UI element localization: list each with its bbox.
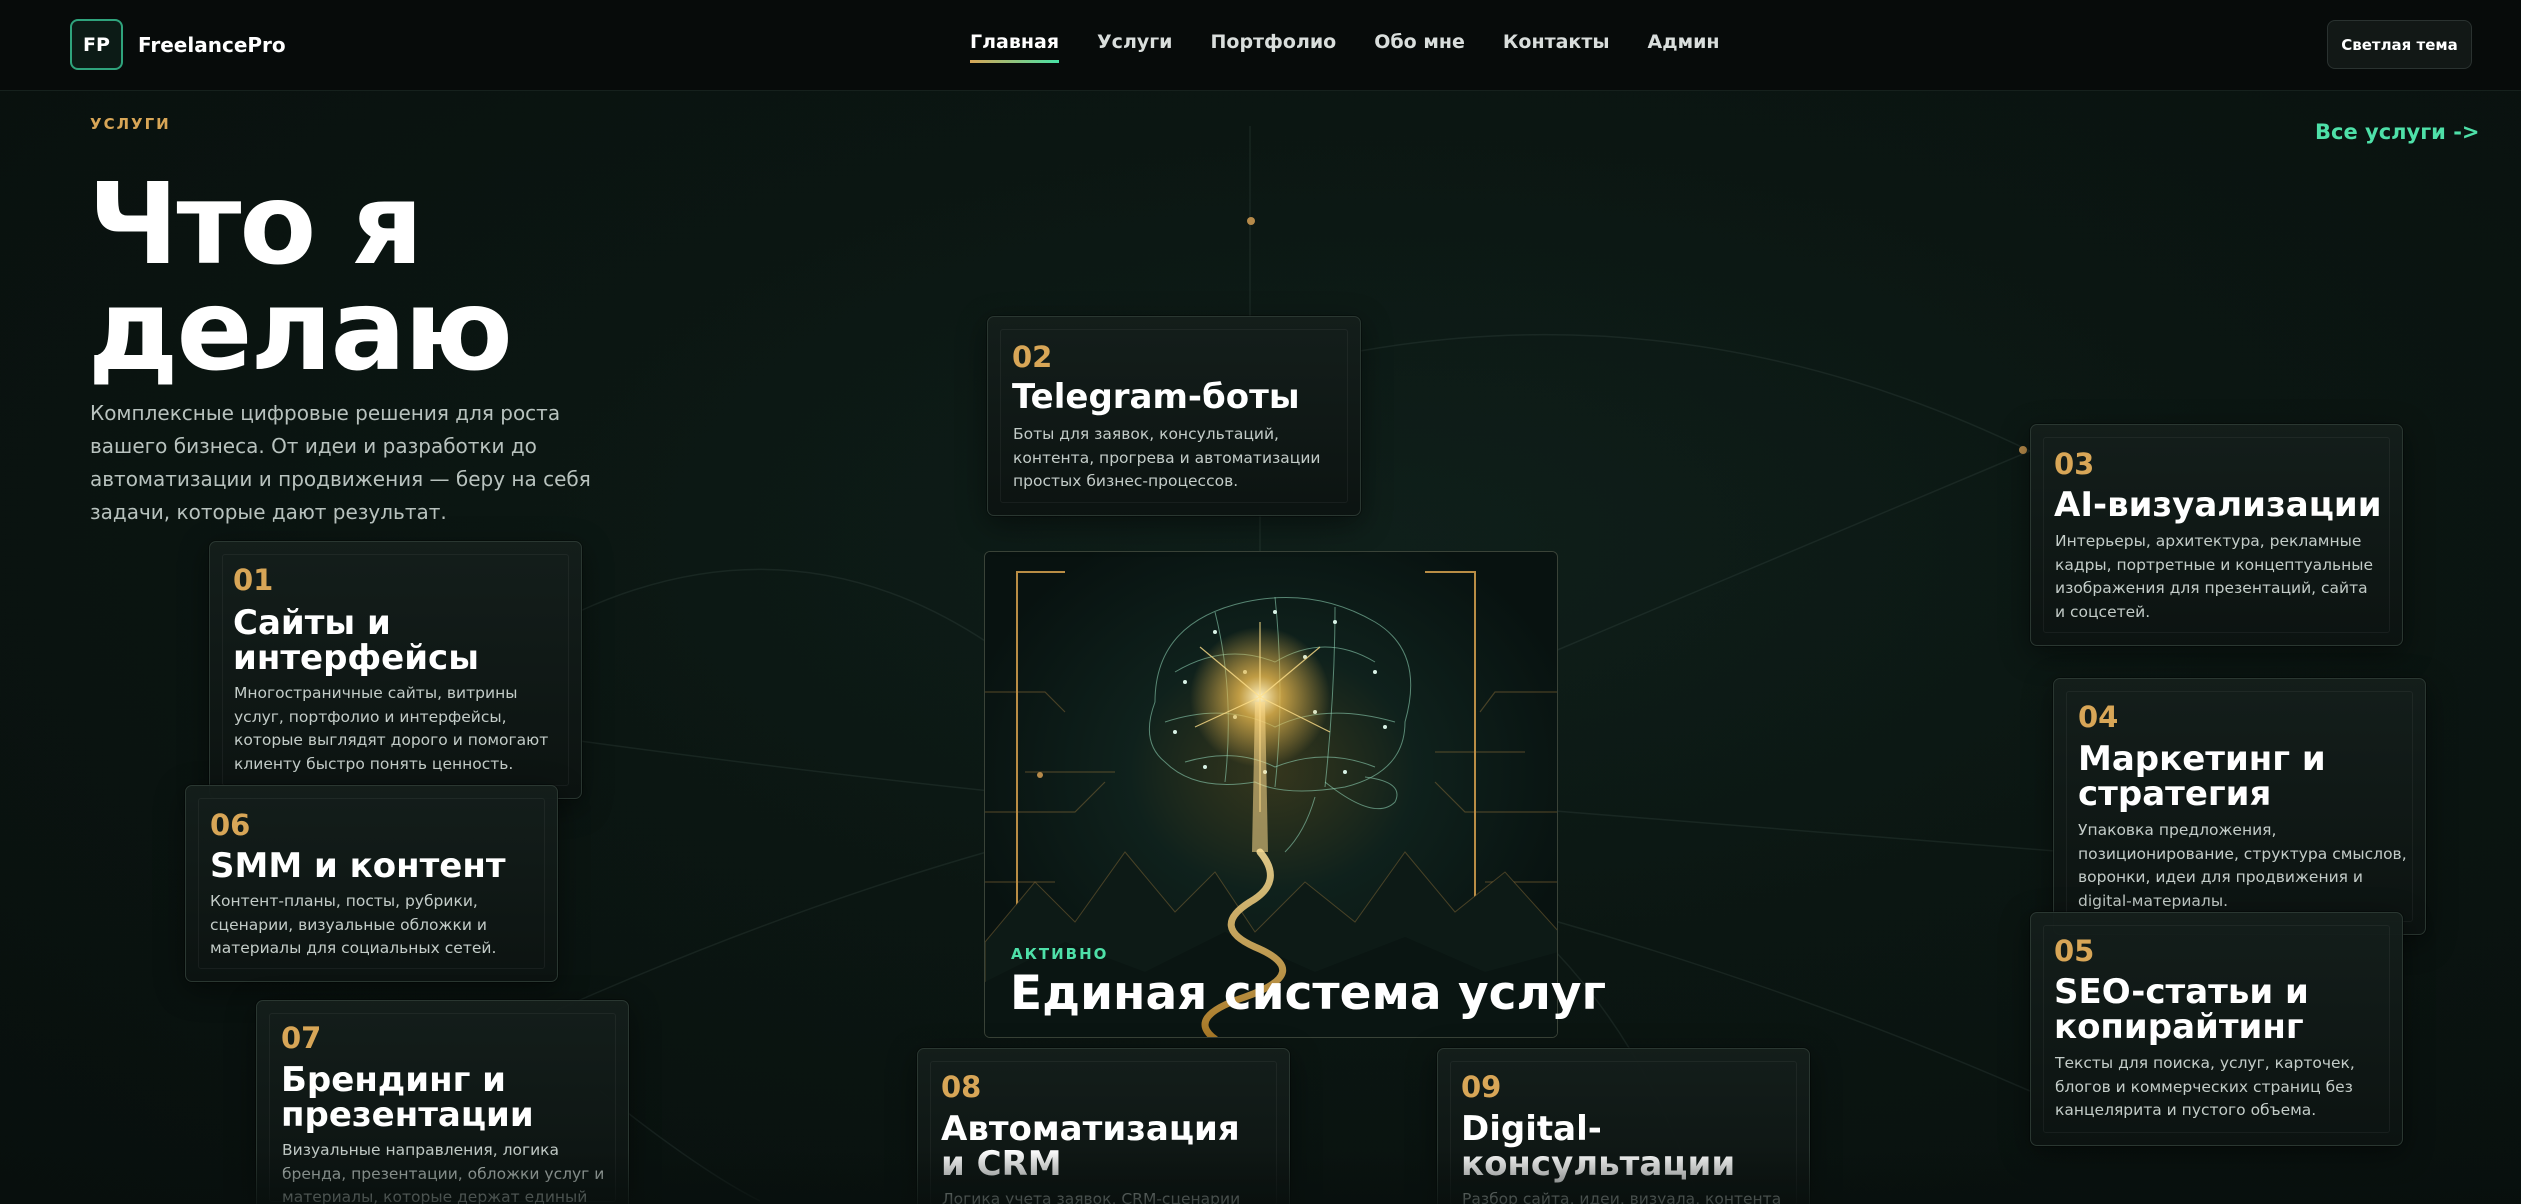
center-title: Единая система услуг xyxy=(1010,966,1607,1021)
card-number: 06 xyxy=(210,808,251,842)
card-title: Брендинг и презентации xyxy=(281,1060,534,1135)
theme-toggle-button[interactable]: Светлая тема xyxy=(2327,20,2472,69)
section-title-line1: Что я xyxy=(88,160,423,290)
section-description: Комплексные цифровые решения для роста в… xyxy=(90,401,591,524)
all-services-link[interactable]: Все услуги -> xyxy=(2315,120,2480,144)
card-title: SEO-статьи и копирайтинг xyxy=(2054,972,2309,1047)
nav-menu: Главная Услуги Портфолио Обо мне Контакт… xyxy=(970,31,1720,63)
card-number: 05 xyxy=(2054,934,2095,968)
section-title: Что я делаю xyxy=(88,160,588,396)
card-number: 08 xyxy=(941,1070,982,1104)
nav-link-admin[interactable]: Админ xyxy=(1648,31,1720,53)
card-number: 01 xyxy=(233,563,274,597)
card-number: 07 xyxy=(281,1021,322,1055)
card-description: Боты для заявок, консультаций, контента,… xyxy=(1013,425,1321,490)
nav-link-portfolio[interactable]: Портфолио xyxy=(1210,31,1336,53)
node-dot xyxy=(2019,446,2027,454)
nav-link-home[interactable]: Главная xyxy=(970,31,1060,63)
card-title: Автоматизация и CRM xyxy=(941,1109,1240,1184)
card-number: 09 xyxy=(1461,1070,1502,1104)
card-number: 03 xyxy=(2054,447,2095,481)
card-title: Сайты и интерфейсы xyxy=(233,603,479,678)
top-navigation: FP FreelancePro Главная Услуги Портфолио… xyxy=(0,0,2521,91)
card-title: SMM и контент xyxy=(210,846,506,886)
card-number: 04 xyxy=(2078,700,2119,734)
card-description: Разбор сайта, идеи, визуала, контента ил… xyxy=(1462,1190,1782,1204)
center-visual-card[interactable] xyxy=(984,551,1558,1038)
nav-link-about[interactable]: Обо мне xyxy=(1374,31,1465,53)
section-title-line2: делаю xyxy=(88,266,513,396)
card-number: 02 xyxy=(1012,340,1053,374)
card-description: Тексты для поиска, услуг, карточек, блог… xyxy=(2055,1054,2355,1119)
logo[interactable]: FP xyxy=(70,19,123,70)
card-description: Визуальные направления, логика бренда, п… xyxy=(282,1141,605,1204)
section-eyebrow: УСЛУГИ xyxy=(90,115,171,133)
nav-link-contacts[interactable]: Контакты xyxy=(1503,31,1610,53)
brand-name[interactable]: FreelancePro xyxy=(138,33,286,57)
nav-link-services[interactable]: Услуги xyxy=(1097,31,1172,53)
card-title: Маркетинг и стратегия xyxy=(2078,739,2326,814)
card-title: AI-визуализации xyxy=(2054,485,2382,525)
card-title: Digital-консультации xyxy=(1461,1109,1736,1184)
card-title: Telegram-боты xyxy=(1012,377,1300,417)
card-description: Логика учета заявок, CRM-сценарии xyxy=(942,1190,1241,1204)
card-description: Многостраничные сайты, витрины услуг, по… xyxy=(234,684,549,773)
center-status-label: АКТИВНО xyxy=(1011,945,1109,963)
card-description: Упаковка предложения, позиционирование, … xyxy=(2078,821,2407,910)
card-description: Интерьеры, архитектура, рекламные кадры,… xyxy=(2055,532,2374,621)
node-dot xyxy=(1247,217,1255,225)
card-description: Контент-планы, посты, рубрики, сценарии,… xyxy=(210,892,497,957)
